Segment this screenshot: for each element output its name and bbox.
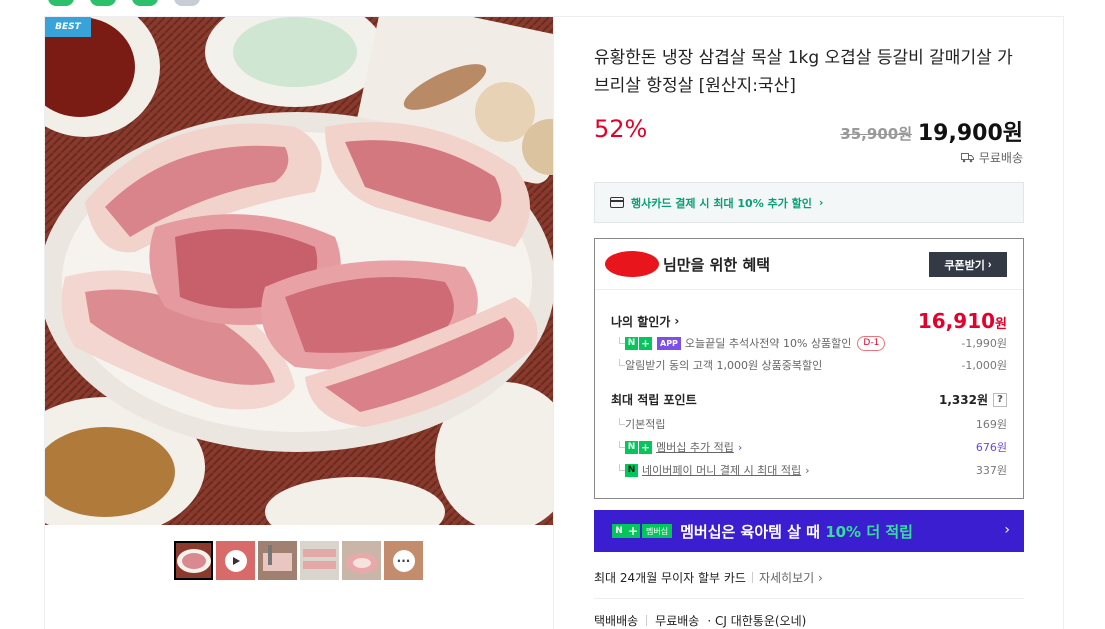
discount-item-value: -1,000원: [961, 359, 1007, 372]
discount-item-row: 알림받기 동의 고객 1,000원 상품중복할인 -1,000원: [611, 357, 1007, 373]
my-price-number: 16,910: [917, 309, 996, 333]
points-item-row: 기본적립 169원: [611, 416, 1007, 432]
discount-item-value: -1,990원: [961, 337, 1007, 350]
points-item-row[interactable]: N + 멤버십 추가 적립 › 676원: [611, 439, 1007, 455]
more-thumbnail[interactable]: ···: [384, 541, 423, 580]
my-price-row[interactable]: 나의 할인가 › 16,910원: [611, 309, 1007, 333]
delivery-carrier: · CJ 대한통운(오네): [707, 614, 807, 628]
points-label: 최대 적립 포인트: [611, 393, 697, 407]
thumbnail[interactable]: [174, 541, 213, 580]
discount-item-row: N + APP 오늘끝딜 추석사전약 10% 상품할인 D-1 -1,990원: [611, 335, 1007, 351]
plus-icon: +: [639, 336, 652, 350]
membership-tag: 멤버십: [642, 524, 673, 538]
card-promo-banner[interactable]: 행사카드 결제 시 최대 10% 추가 할인 ›: [594, 182, 1024, 223]
top-indicators: [48, 0, 200, 6]
membership-points-link[interactable]: 멤버십 추가 적립: [656, 439, 734, 455]
thumbnail[interactable]: [258, 541, 297, 580]
thumbnail-image: [300, 541, 339, 580]
separator: [646, 615, 648, 626]
indicator-dot: [132, 0, 158, 6]
chevron-right-icon: ›: [674, 314, 680, 328]
separator: [751, 572, 753, 583]
chevron-right-icon: ›: [1004, 522, 1010, 538]
benefit-heading: 님만을 위한 혜택: [663, 255, 771, 274]
card-icon: [610, 197, 624, 208]
chevron-right-icon: ›: [737, 440, 743, 454]
thumbnail[interactable]: [342, 541, 381, 580]
naverpay-icon: N: [625, 463, 638, 477]
main-product-image[interactable]: BEST: [45, 17, 553, 525]
plus-icon: +: [626, 524, 640, 538]
membership-banner[interactable]: N + 멤버십 멤버십은 육아템 살 때 10% 더 적립 ›: [594, 510, 1024, 552]
installment-text: 최대 24개월 무이자 할부 카드: [594, 571, 746, 585]
shipping-label: 무료배송: [978, 151, 1023, 165]
original-price: 35,900원: [840, 125, 912, 143]
tree-connector: [619, 359, 625, 366]
my-price-value: 16,910원: [918, 309, 1007, 333]
naver-n-icon: N: [625, 440, 638, 454]
best-badge: BEST: [45, 17, 91, 37]
benefit-header: 님만을 위한 혜택: [605, 251, 770, 277]
discount-rate: 52%: [594, 115, 648, 143]
tree-connector: [619, 464, 625, 471]
chevron-right-icon: ›: [805, 463, 810, 477]
section-divider: [594, 598, 1024, 599]
column-divider: [553, 16, 554, 629]
delivery-info: 택배배송 무료배송 · CJ 대한통운(오네): [594, 612, 806, 629]
tree-connector: [619, 337, 625, 344]
delivery-fee: 무료배송: [655, 614, 700, 628]
membership-message-text: 멤버십은 육아템 살 때: [680, 522, 826, 541]
points-row: 최대 적립 포인트 1,332원 ?: [611, 391, 1007, 408]
benefit-divider: [595, 289, 1023, 290]
more-icon: ···: [392, 549, 415, 572]
benefit-box: 님만을 위한 혜택 쿠폰받기 › 나의 할인가 › 16,910원 N + AP…: [594, 238, 1024, 499]
card-promo-text: 행사카드 결제 시 최대 10% 추가 할인: [631, 196, 812, 210]
membership-highlight: 10% 더 적립: [825, 522, 913, 541]
basic-points-label: 기본적립: [625, 418, 666, 431]
my-price-unit: 원: [995, 317, 1007, 332]
naverpay-points-link[interactable]: 네이버페이 머니 결제 시 최대 적립: [642, 462, 801, 478]
membership-message: 멤버십은 육아템 살 때 10% 더 적립: [680, 521, 913, 542]
membership-points-value: 676원: [975, 441, 1007, 454]
shipping-info: 무료배송: [960, 149, 1023, 166]
product-title: 유황한돈 냉장 삼겹살 목살 1kg 오겹살 등갈비 갈매기살 가브리살 항정살…: [594, 48, 1013, 96]
thumbnail[interactable]: [300, 541, 339, 580]
basic-points-value: 169원: [975, 418, 1007, 431]
installment-more-label: 자세히보기: [758, 571, 815, 585]
points-value: 1,332원: [939, 393, 988, 407]
discount-item-label: 알림받기 동의 고객 1,000원 상품중복할인: [625, 359, 823, 372]
installment-more-link[interactable]: 자세히보기 ›: [759, 569, 823, 586]
redacted-username: [605, 251, 659, 277]
membership-badge: N + 멤버십: [612, 524, 673, 538]
sale-price: 19,900원: [917, 121, 1023, 146]
play-icon: [224, 549, 247, 572]
naverpay-points-value: 337원: [975, 464, 1007, 477]
naver-n-icon: N: [612, 524, 626, 538]
plus-icon: +: [639, 440, 652, 454]
indicator-dot: [48, 0, 74, 6]
app-badge: APP: [657, 336, 681, 350]
points-item-row[interactable]: N 네이버페이 머니 결제 시 최대 적립 › 337원: [611, 462, 1007, 478]
thumbnail-image: [174, 541, 213, 580]
my-price-label: 나의 할인가: [611, 314, 671, 329]
installment-info: 최대 24개월 무이자 할부 카드 자세히보기 ›: [594, 569, 823, 586]
thumbnail-image: [342, 541, 381, 580]
coupon-button[interactable]: 쿠폰받기 ›: [929, 252, 1007, 277]
naver-n-icon: N: [625, 336, 638, 350]
d-day-badge: D-1: [857, 335, 886, 351]
thumbnail-strip: ···: [174, 541, 423, 580]
video-thumbnail[interactable]: [216, 541, 255, 580]
tree-connector: [619, 441, 625, 448]
thumbnail-image: [258, 541, 297, 580]
indicator-dot: [90, 0, 116, 6]
indicator-dot: [174, 0, 200, 6]
delivery-type: 택배배송: [594, 614, 639, 628]
chevron-right-icon: ›: [818, 196, 824, 209]
discount-item-label: 오늘끝딜 추석사전약 10% 상품할인: [684, 337, 852, 350]
pork-plate-illustration: [45, 17, 553, 525]
truck-icon: [960, 153, 974, 163]
coupon-button-label: 쿠폰받기: [944, 259, 985, 272]
help-icon[interactable]: ?: [993, 392, 1007, 407]
tree-connector: [619, 418, 625, 425]
